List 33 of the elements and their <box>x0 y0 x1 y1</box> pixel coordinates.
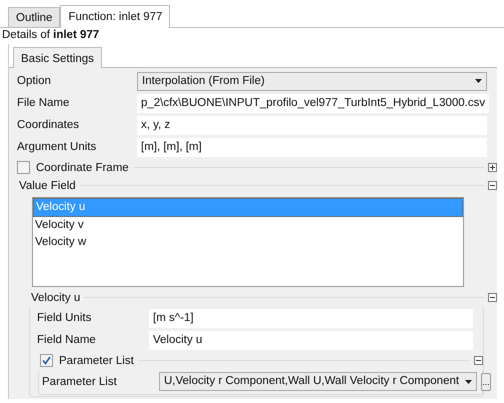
option-dropdown[interactable]: Interpolation (From File) <box>137 72 487 90</box>
tab[interactable]: Basic Settings <box>13 47 102 68</box>
expand-icon[interactable] <box>488 163 497 172</box>
collapse-icon[interactable] <box>474 356 483 365</box>
checkbox[interactable] <box>17 161 30 174</box>
details-title: Details of inlet 977 <box>1 28 100 43</box>
list-item[interactable]: Velocity w <box>33 234 463 251</box>
browse-button[interactable]: ... <box>481 372 491 390</box>
caret-icon <box>475 79 482 83</box>
input-field[interactable]: x, y, z <box>137 116 487 134</box>
input-field[interactable]: p_2\cfx\BUONE\INPUT_profilo_vel977_TurbInt5_Hybrid_L3000.csv <box>137 94 490 112</box>
collapse-icon[interactable] <box>488 293 497 302</box>
tab[interactable]: Outline <box>8 7 60 27</box>
field-label: Parameter List <box>42 376 118 388</box>
group-label: Velocity u <box>30 292 82 304</box>
field-label: Coordinates <box>17 119 80 131</box>
caret-icon <box>465 380 472 384</box>
field-label: Argument Units <box>17 141 98 153</box>
collapse-icon[interactable] <box>488 181 497 190</box>
field-label: Field Name <box>37 334 97 346</box>
group-label: Coordinate Frame <box>35 162 130 174</box>
group-label: Value Field <box>18 180 77 192</box>
group-label: Parameter List <box>58 354 135 366</box>
checkbox[interactable] <box>40 354 53 367</box>
input-field[interactable]: Velocity u <box>149 330 473 350</box>
parameter-dropdown[interactable]: U,Velocity r Component,Wall U,Wall Velocity r Component <box>159 372 478 391</box>
list-item[interactable]: Velocity v <box>33 217 463 234</box>
field-label: File Name <box>17 97 70 109</box>
field-label: Field Units <box>37 312 92 324</box>
input-field[interactable]: [m], [m], [m] <box>137 138 487 156</box>
input-field[interactable]: [m s^-1] <box>149 308 473 328</box>
field-label: Option <box>17 75 52 87</box>
tab[interactable]: Function: inlet 977 <box>60 5 170 28</box>
